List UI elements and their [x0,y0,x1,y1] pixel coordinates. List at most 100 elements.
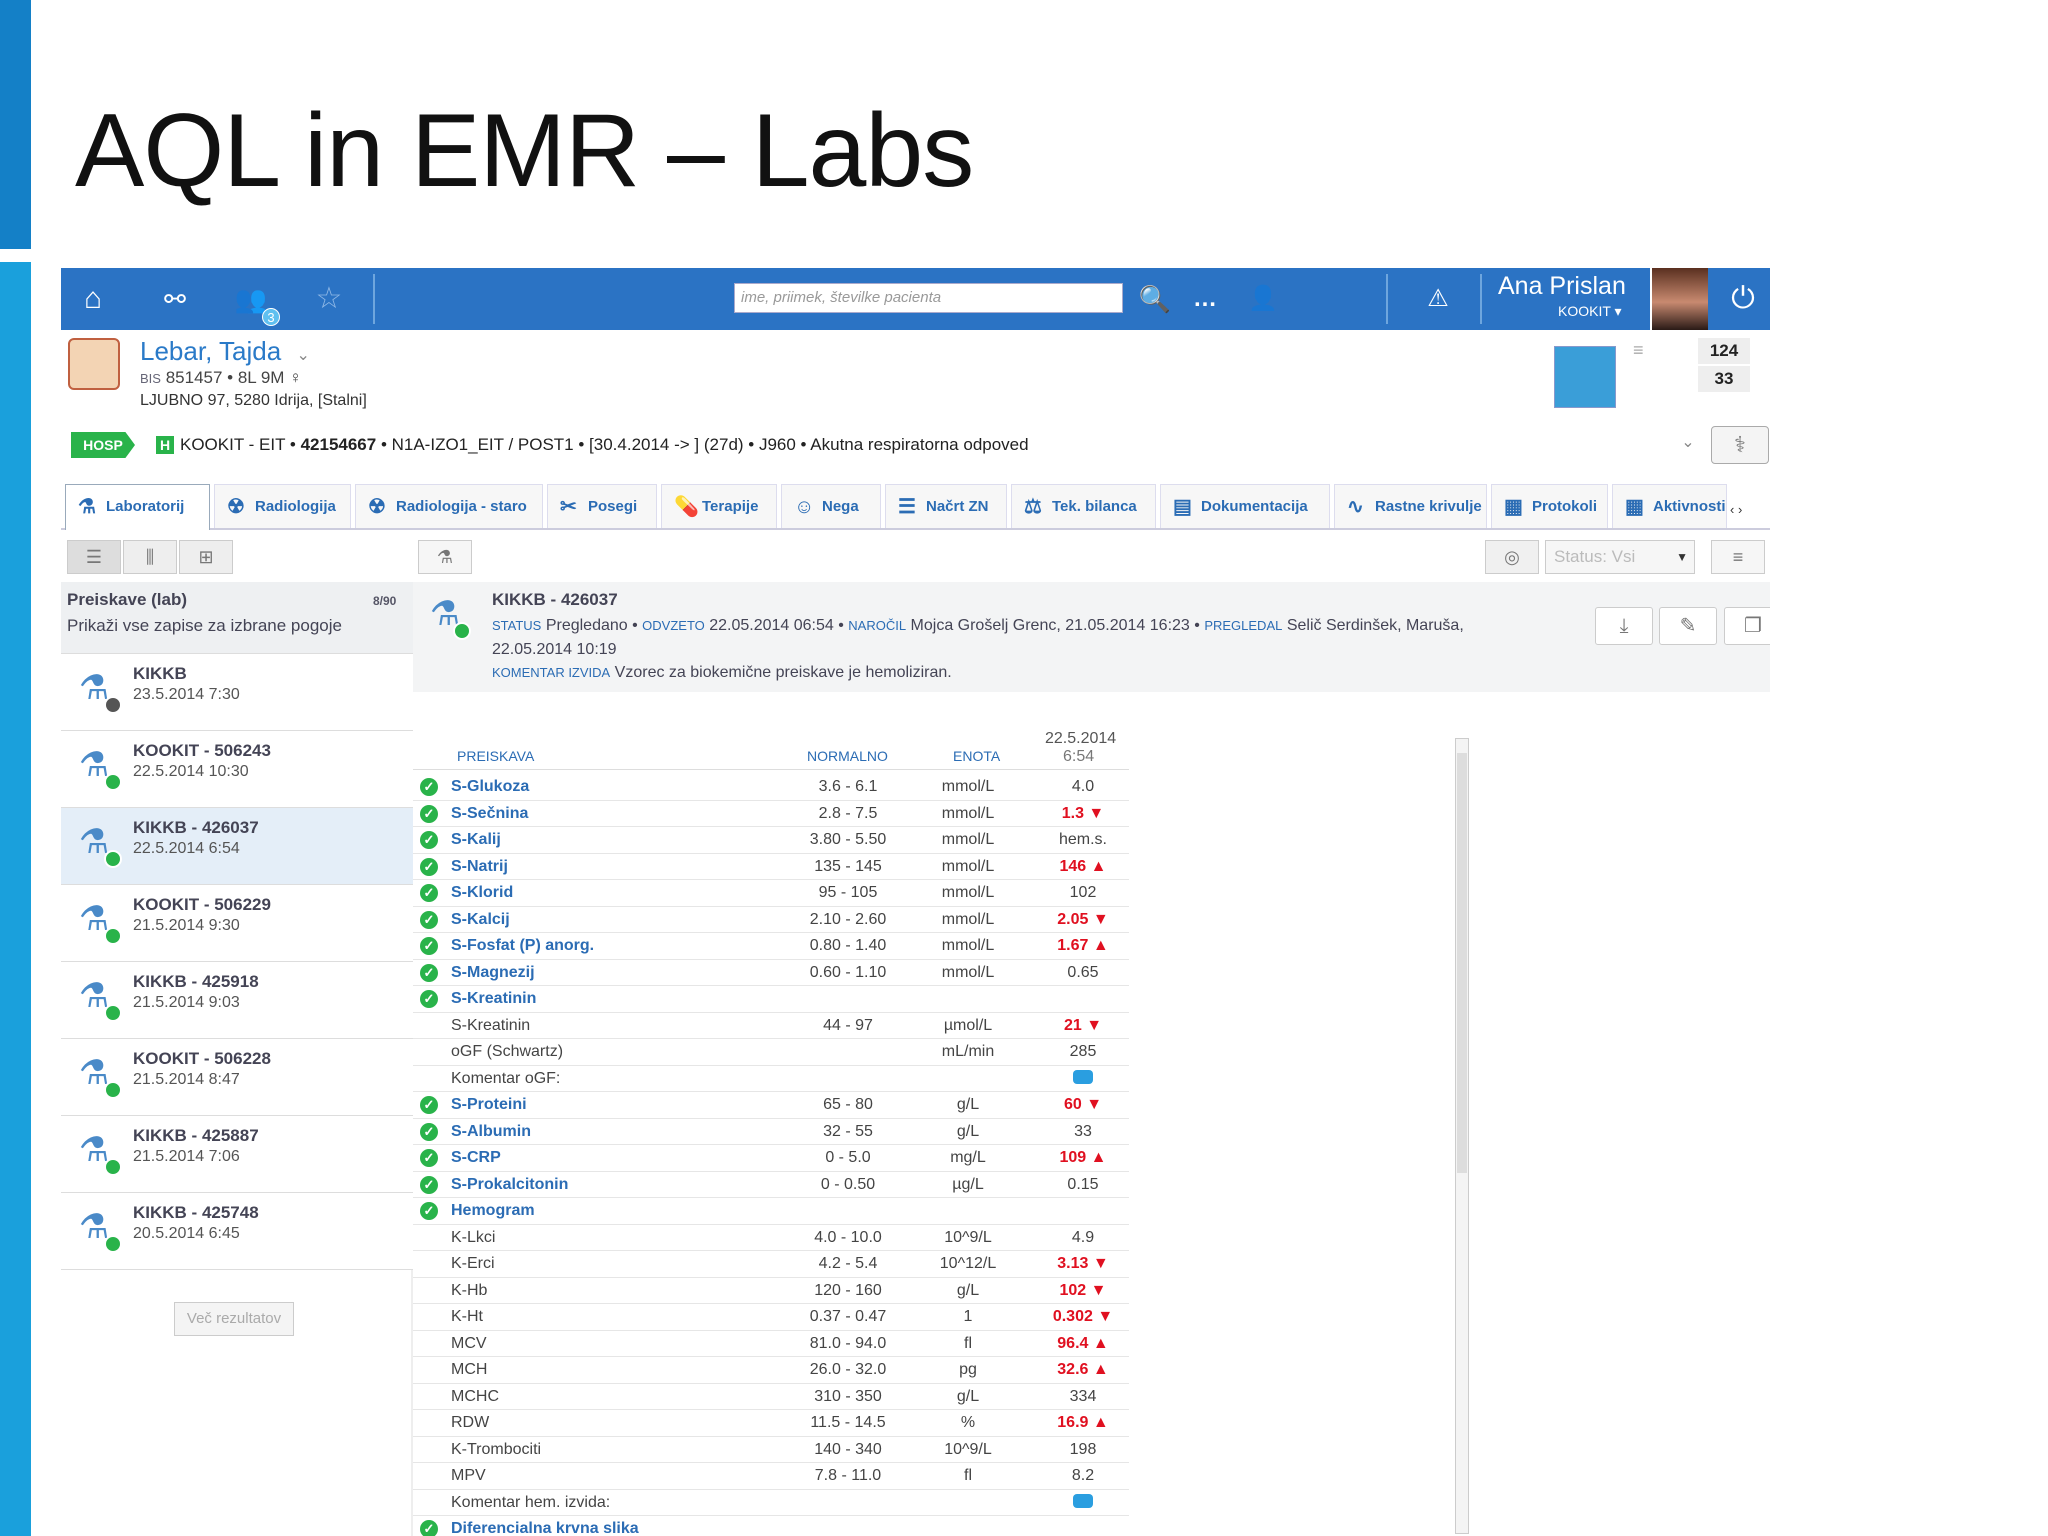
result-name: RDW [451,1414,490,1431]
result-row[interactable]: MPV 7.8 - 11.0 fl 8.2 [413,1463,1129,1490]
user-name[interactable]: Ana Prislan [1498,272,1626,301]
tab-rastne-krivulje[interactable]: ∿ Rastne krivulje [1334,484,1487,528]
tab-posegi[interactable]: ✂ Posegi [547,484,657,528]
result-row[interactable]: oGF (Schwartz) mL/min 285 [413,1039,1129,1066]
copy-icon[interactable]: ❐ [1724,607,1770,645]
tab-terapije[interactable]: 💊 Terapije [661,484,777,528]
result-row[interactable]: ✓ S-Fosfat (P) anorg. 0.80 - 1.40 mmol/L 1.6… [413,933,1129,960]
result-row[interactable]: MCHC 310 - 350 g/L 334 [413,1384,1129,1410]
sign-icon[interactable]: ⤓ [1595,607,1653,645]
lab-list-item[interactable]: ⚗ KOOKIT - 506228 21.5.2014 8:47 [61,1039,413,1116]
result-row[interactable]: MCH 26.0 - 32.0 pg 32.6 ▲ [413,1357,1129,1384]
patient-search-input[interactable]: ime, priimek, številke pacienta [734,283,1123,313]
slide-accent-bar-top [0,0,31,249]
encounter-bar[interactable]: HOSP H KOOKIT - EIT • 42154667 • N1A-IZO1… [61,428,1770,462]
curve-icon: ∿ [1347,496,1364,518]
column-view-icon[interactable]: ⫼ [123,540,177,574]
check-circle-icon: ✓ [420,990,438,1008]
result-row[interactable]: K-Ht 0.37 - 0.47 1 0.302 ▼ [413,1304,1129,1331]
more-dots-icon[interactable]: … [1185,280,1225,318]
menu-lines-icon[interactable]: ≡ [1633,340,1644,361]
result-unit: g/L [956,1096,980,1113]
lab-list-item-selected[interactable]: ⚗ KIKKB - 426037 22.5.2014 6:54 [61,808,413,885]
result-row[interactable]: K-Trombociti 140 - 340 10^9/L 198 [413,1437,1129,1463]
result-row[interactable]: ✓ S-CRP 0 - 5.0 mg/L 109 ▲ [413,1145,1129,1172]
show-all-records-link[interactable]: Prikaži vse zapise za izbrane pogoje [67,616,342,636]
more-results-button[interactable]: Več rezultatov [174,1302,294,1336]
result-row[interactable]: ✓ S-Kreatinin [413,986,1129,1013]
result-row[interactable]: ✓ Hemogram [413,1198,1129,1225]
alert-warning-icon[interactable]: ⚠ [1418,280,1458,318]
result-row[interactable]: ✓ S-Natrij 135 - 145 mmol/L 146 ▲ [413,854,1129,880]
result-name: Hemogram [451,1202,535,1219]
status-filter-dropdown[interactable]: Status: Vsi ▼ [1545,540,1695,574]
chevron-down-icon[interactable]: ⌄ [1676,432,1700,458]
result-row[interactable]: ✓ S-Magnezij 0.60 - 1.10 mmol/L 0.65 [413,960,1129,986]
tab-protokoli[interactable]: ▦ Protokoli [1491,484,1608,528]
result-unit: mmol/L [941,857,995,875]
chevron-down-icon[interactable]: ⌄ [296,347,309,364]
result-row[interactable]: ✓ S-Sečnina 2.8 - 7.5 mmol/L 1.3 ▼ [413,801,1129,827]
tab-radiologija[interactable]: ☢ Radiologija [214,484,351,528]
stethoscope-icon[interactable]: ⚕ [1711,426,1769,464]
result-unit: 10^9/L [944,1440,992,1458]
tab-nega[interactable]: ☺ Nega [781,484,881,528]
home-icon[interactable]: ⌂ [73,280,113,318]
lab-list-count: 8/90 [373,594,397,608]
power-icon[interactable]: ⏻ [1723,280,1763,318]
scrollbar-thumb[interactable] [1457,753,1467,1173]
result-row[interactable]: S-Kreatinin 44 - 97 µmol/L 21 ▼ [413,1013,1129,1039]
check-circle-icon: ✓ [420,963,438,982]
list-view-icon[interactable]: ☰ [67,540,121,574]
result-row[interactable]: ✓ S-Proteini 65 - 80 g/L 60 ▼ [413,1092,1129,1119]
result-row[interactable]: MCV 81.0 - 94.0 fl 96.4 ▲ [413,1331,1129,1357]
filter-circle-icon[interactable]: ◎ [1485,540,1539,574]
tab-tek-bilanca[interactable]: ⚖ Tek. bilanca [1011,484,1156,528]
ant-mascot-icon[interactable] [1554,346,1616,408]
lab-list-item[interactable]: ⚗ KIKKB - 425887 21.5.2014 7:06 [61,1116,413,1193]
new-lab-order-icon[interactable]: ⚗ [418,540,472,574]
result-row[interactable]: Komentar hem. izvida: [413,1490,1129,1516]
add-person-icon[interactable]: 👤 [1243,280,1283,318]
result-row[interactable]: ✓ S-Kalcij 2.10 - 2.60 mmol/L 2.05 ▼ [413,907,1129,933]
comment-bubble-icon[interactable] [1038,1069,1128,1089]
taken-value: 22.05.2014 06:54 [709,617,834,634]
tab-dokumentacija[interactable]: ▤ Dokumentacija [1160,484,1330,528]
search-zoom-icon[interactable]: 🔍 [1135,280,1175,318]
comment-bubble-icon[interactable] [1038,1493,1128,1513]
result-name: MCHC [451,1387,499,1405]
tabs-scroll-arrows[interactable]: ‹ › [1730,502,1742,517]
result-value: 146 ▲ [1059,857,1107,875]
edit-pencil-icon[interactable]: ✎ [1659,607,1717,645]
lab-list-item[interactable]: ⚗ KIKKB 23.5.2014 7:30 [61,654,413,731]
result-row[interactable]: RDW 11.5 - 14.5% 16.9 ▲ [413,1410,1129,1437]
menu-lines-icon[interactable]: ≡ [1711,540,1765,574]
patient-name[interactable]: Lebar, Tajda ⌄ [140,336,310,367]
star-icon[interactable]: ☆ [309,280,349,318]
result-row[interactable]: K-Hb 120 - 160 g/L 102 ▼ [413,1278,1129,1304]
lab-item-date: 21.5.2014 8:47 [133,1071,240,1088]
tab-radiologija-staro[interactable]: ☢ Radiologija - staro [355,484,543,528]
result-row[interactable]: ✓ Diferencialna krvna slika [413,1516,1129,1536]
result-row[interactable]: ✓ S-Albumin 32 - 55 g/L 33 [413,1119,1129,1145]
result-row[interactable]: K-Erci 4.2 - 5.4 10^12/L 3.13 ▼ [413,1251,1129,1278]
org-chart-icon[interactable]: ⚯ [155,280,195,318]
user-role-dropdown[interactable]: KOOKIT ▾ [1558,303,1622,320]
tab-nacrt-zn[interactable]: ☰ Načrt ZN [885,484,1007,528]
lab-list-item[interactable]: ⚗ KIKKB - 425918 21.5.2014 9:03 [61,962,413,1039]
table-view-icon[interactable]: ⊞ [179,540,233,574]
result-row[interactable]: ✓ S-Klorid 95 - 105 mmol/L 102 [413,880,1129,907]
result-row[interactable]: K-Lkci 4.0 - 10.0 10^9/L 4.9 [413,1225,1129,1251]
tab-aktivnosti[interactable]: ▦ Aktivnosti [1612,484,1727,528]
lab-list-item[interactable]: ⚗ KIKKB - 425748 20.5.2014 6:45 [61,1193,413,1270]
tab-laboratorij[interactable]: ⚗ Laboratorij [65,484,210,530]
lab-list-item[interactable]: ⚗ KOOKIT - 506243 22.5.2014 10:30 [61,731,413,808]
result-row[interactable]: ✓ S-Prokalcitonin 0 - 0.50 µg/L 0.15 [413,1172,1129,1198]
lab-list-item[interactable]: ⚗ KOOKIT - 506229 21.5.2014 9:30 [61,885,413,962]
results-scrollbar[interactable] [1455,738,1469,1534]
user-avatar[interactable] [1650,268,1708,330]
check-circle-icon: ✓ [420,1149,438,1167]
result-row[interactable]: Komentar oGF: [413,1066,1129,1092]
result-row[interactable]: ✓ S-Glukoza 3.6 - 6.1 mmol/L 4.0 [413,774,1129,801]
result-row[interactable]: ✓ S-Kalij 3.80 - 5.50 mmol/L hem.s. [413,827,1129,854]
